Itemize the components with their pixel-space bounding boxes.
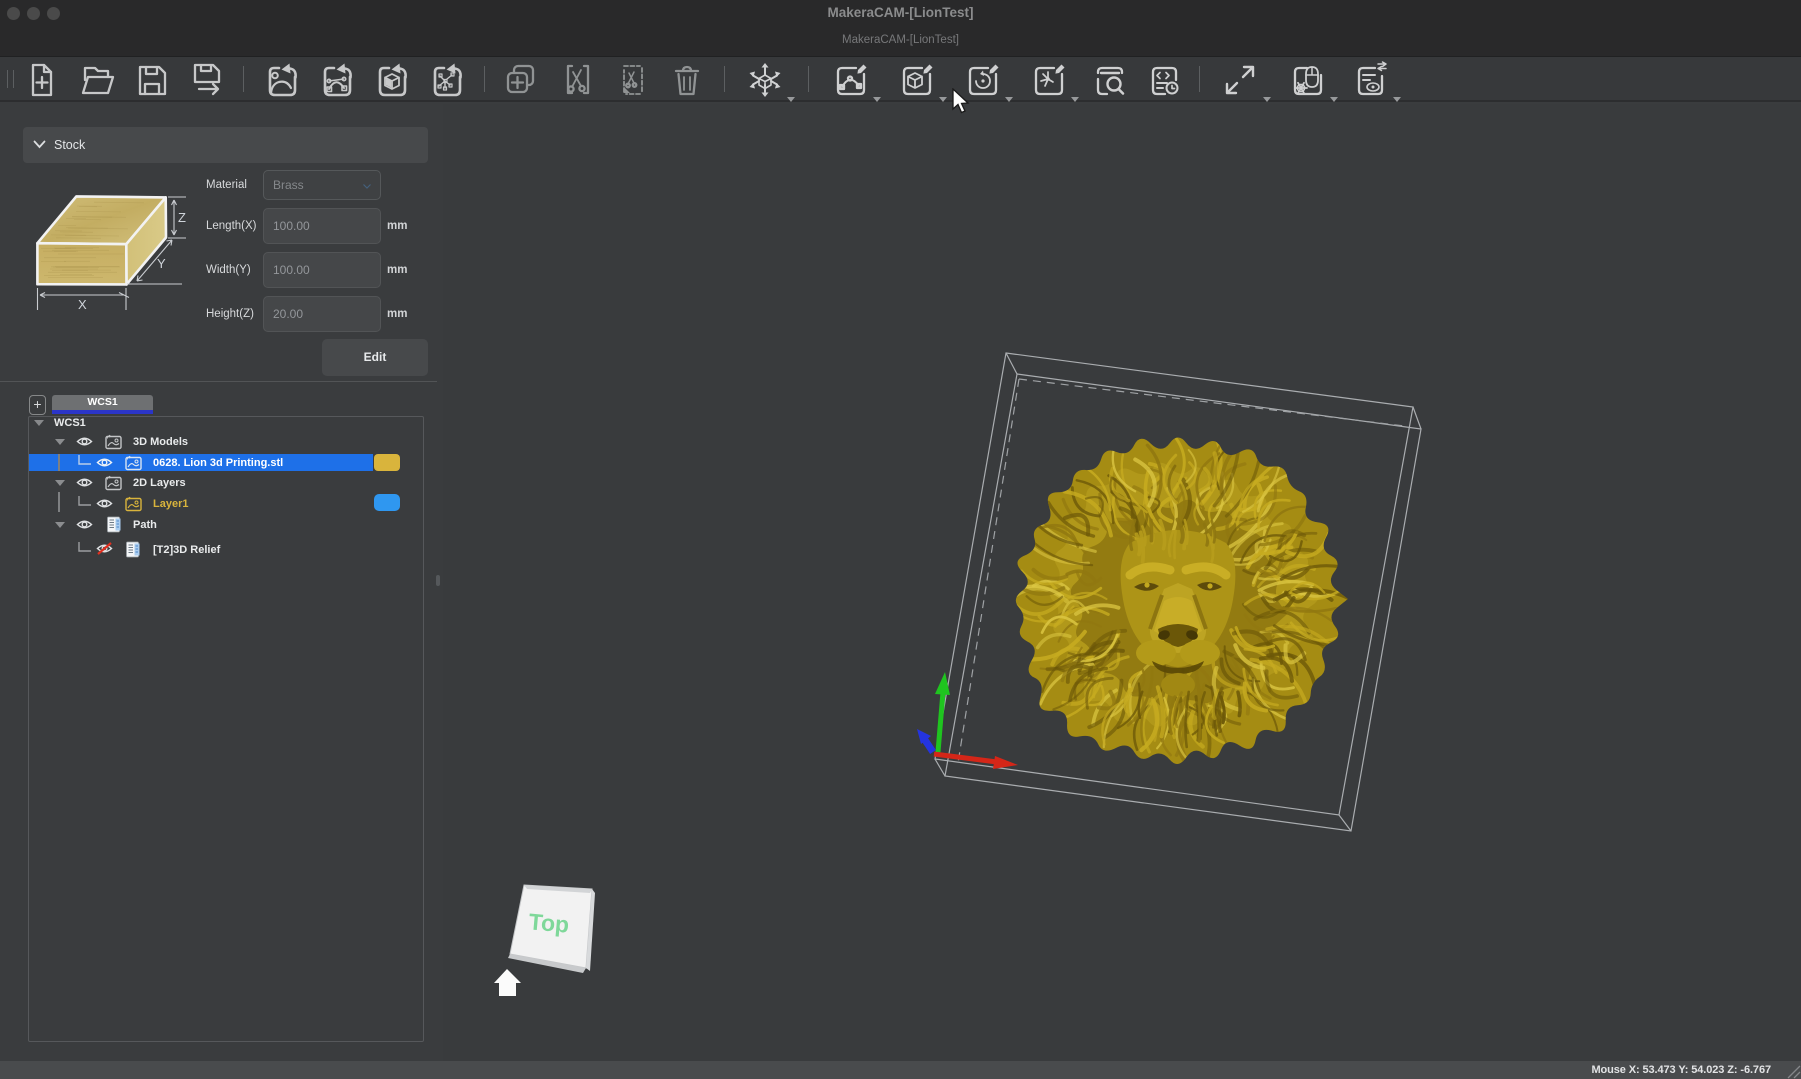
- svg-text:Top: Top: [528, 908, 571, 937]
